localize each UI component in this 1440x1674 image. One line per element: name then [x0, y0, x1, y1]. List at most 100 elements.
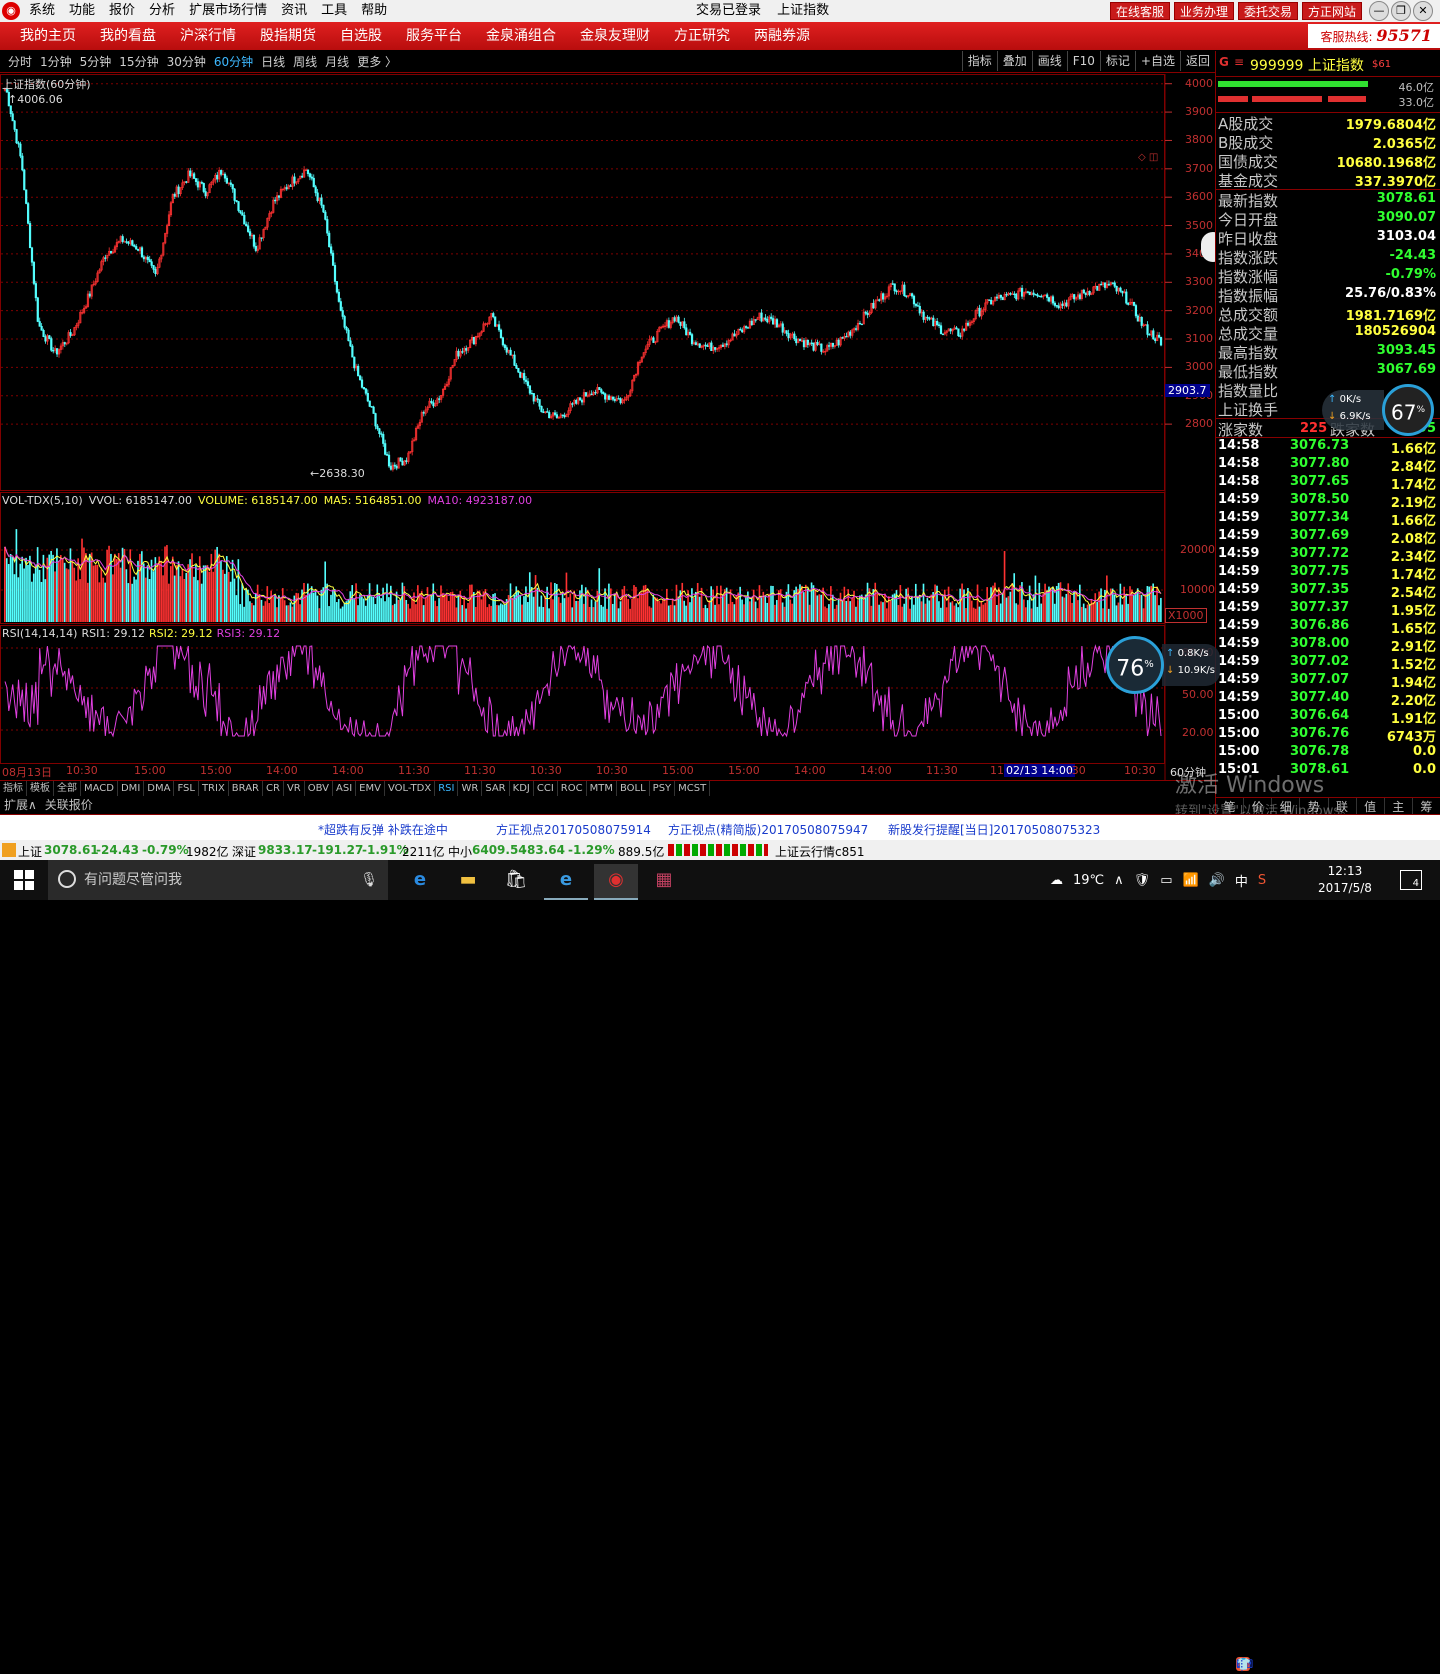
chart-tool-button[interactable]: F10: [1066, 51, 1100, 71]
minimize-icon[interactable]: —: [1369, 1, 1389, 21]
period-tab[interactable]: 分时: [4, 51, 36, 73]
grid-icon[interactable]: ⁝⁝: [1236, 1657, 1244, 1671]
indicator-tab[interactable]: KDJ: [510, 781, 534, 796]
tick-row[interactable]: 15:00 3076.64 1.91亿: [1216, 708, 1440, 727]
board-icon[interactable]: [2, 843, 16, 857]
notification-icon[interactable]: 4: [1400, 870, 1422, 890]
indicator-tab[interactable]: VOL-TDX: [385, 781, 436, 796]
news-item[interactable]: 方正视点(精简版)20170508075947: [668, 821, 868, 838]
service-button[interactable]: 委托交易: [1238, 2, 1299, 20]
period-tab[interactable]: 60分钟: [210, 51, 257, 73]
battery-icon[interactable]: ▭: [1160, 873, 1172, 888]
indicator-tab[interactable]: MCST: [675, 781, 711, 796]
indicator-tab[interactable]: PSY: [650, 781, 676, 796]
chart-tool-button[interactable]: +自选: [1134, 51, 1180, 71]
file-explorer-icon[interactable]: ▬: [446, 864, 490, 900]
quote-footer-tab[interactable]: 主: [1385, 798, 1413, 815]
tick-row[interactable]: 15:00 3076.78 0.0: [1216, 744, 1440, 762]
windows-start-icon[interactable]: [14, 870, 34, 890]
period-tab[interactable]: 1分钟: [36, 51, 76, 73]
security-tray-icon[interactable]: 🛡: [1134, 873, 1151, 888]
nav-item[interactable]: 金泉友理财: [568, 22, 662, 50]
indicator-tab[interactable]: TRIX: [199, 781, 229, 796]
tick-row[interactable]: 14:59 3077.07 1.94亿: [1216, 672, 1440, 691]
wifi-icon[interactable]: 📶: [1182, 873, 1198, 888]
period-tab[interactable]: 30分钟: [163, 51, 210, 73]
nav-item[interactable]: 自选股: [328, 22, 394, 50]
nav-item[interactable]: 服务平台: [394, 22, 474, 50]
indicator-tab[interactable]: ASI: [333, 781, 357, 796]
menu-icon[interactable]: ≡: [1234, 55, 1244, 69]
indicator-tab[interactable]: FSL: [174, 781, 199, 796]
service-button[interactable]: 在线客服: [1110, 2, 1171, 20]
sogou-tray-icon[interactable]: S: [1258, 873, 1266, 888]
clock[interactable]: 12:13 2017/5/8: [1318, 863, 1372, 897]
weather-temp[interactable]: 19℃: [1073, 873, 1104, 888]
tick-row[interactable]: 15:00 3076.76 6743万: [1216, 726, 1440, 745]
indicator-tab[interactable]: BOLL: [617, 781, 650, 796]
menu-item[interactable]: 报价: [102, 0, 142, 22]
nav-item[interactable]: 金泉涌组合: [474, 22, 568, 50]
tick-row[interactable]: 14:59 3077.37 1.95亿: [1216, 600, 1440, 619]
tick-row[interactable]: 14:59 3077.69 2.08亿: [1216, 528, 1440, 547]
indicator-tab[interactable]: ROC: [558, 781, 587, 796]
tick-row[interactable]: 14:58 3077.65 1.74亿: [1216, 474, 1440, 493]
chart-tool-button[interactable]: 叠加: [996, 51, 1032, 71]
extension-tab[interactable]: 关联报价: [41, 797, 97, 814]
chart-area[interactable]: 上证指数(60分钟) ↑4006.06 ←2638.30 VOL-TDX(5,1…: [0, 74, 1225, 796]
period-tab[interactable]: 5分钟: [76, 51, 116, 73]
menu-item[interactable]: 扩展市场行情: [182, 0, 274, 22]
menu-item[interactable]: 资讯: [274, 0, 314, 22]
tick-row[interactable]: 14:59 3076.86 1.65亿: [1216, 618, 1440, 637]
indicator-tab[interactable]: OBV: [305, 781, 333, 796]
service-button[interactable]: 业务办理: [1174, 2, 1235, 20]
indicator-tab[interactable]: 全部: [54, 781, 81, 796]
ie-icon[interactable]: e: [544, 864, 588, 900]
tick-row[interactable]: 14:59 3077.34 1.66亿: [1216, 510, 1440, 529]
menu-item[interactable]: 功能: [62, 0, 102, 22]
tray-expand-icon[interactable]: ∧: [1114, 873, 1124, 888]
indicator-tab[interactable]: CR: [263, 781, 284, 796]
weather-icon[interactable]: ☁: [1050, 873, 1063, 888]
tick-row[interactable]: 14:59 3077.02 1.52亿: [1216, 654, 1440, 673]
service-button[interactable]: 方正网站: [1302, 2, 1363, 20]
period-tab[interactable]: 15分钟: [115, 51, 162, 73]
store-icon[interactable]: 🛍: [494, 864, 538, 900]
period-tab[interactable]: 更多 〉: [353, 51, 401, 73]
chart-canvas[interactable]: [0, 74, 1215, 796]
nav-item[interactable]: 我的主页: [8, 22, 88, 50]
news-item[interactable]: 新股发行提醒[当日]20170508075323: [888, 821, 1100, 838]
nav-item[interactable]: 我的看盘: [88, 22, 168, 50]
indicator-tab[interactable]: RSI: [435, 781, 459, 796]
net-speed-gauge-1[interactable]: 67%: [1382, 384, 1434, 436]
chart-tool-button[interactable]: 标记: [1099, 51, 1135, 71]
indicator-tab[interactable]: 模板: [27, 781, 54, 796]
quote-footer-tab[interactable]: 值: [1357, 798, 1385, 815]
period-tab[interactable]: 日线: [257, 51, 289, 73]
period-tab[interactable]: 月线: [321, 51, 353, 73]
tick-row[interactable]: 14:59 3077.35 2.54亿: [1216, 582, 1440, 601]
nav-item[interactable]: 两融券源: [742, 22, 822, 50]
indicator-tab[interactable]: MACD: [81, 781, 118, 796]
tick-row[interactable]: 14:58 3077.80 2.84亿: [1216, 456, 1440, 475]
mic-icon[interactable]: 🎙: [360, 860, 378, 900]
edge-icon[interactable]: e: [398, 864, 442, 900]
menu-item[interactable]: 帮助: [354, 0, 394, 22]
indicator-tab[interactable]: SAR: [482, 781, 510, 796]
tick-row[interactable]: 14:59 3077.75 1.74亿: [1216, 564, 1440, 583]
net-speed-gauge-2[interactable]: 76%: [1106, 636, 1164, 694]
cloud-quote-label[interactable]: 上证云行情c851: [775, 843, 865, 860]
chart-tool-button[interactable]: 返回: [1179, 51, 1215, 71]
news-item[interactable]: *超跌有反弹 补跌在途中: [318, 821, 448, 838]
indicator-tab[interactable]: CCI: [534, 781, 558, 796]
tick-row[interactable]: 14:58 3076.73 1.66亿: [1216, 438, 1440, 457]
ime-tray-icon[interactable]: 中: [1235, 871, 1248, 890]
quote-footer-tab[interactable]: 筹: [1413, 798, 1440, 815]
volume-icon[interactable]: 🔊: [1209, 873, 1225, 888]
chart-tool-button[interactable]: 画线: [1031, 51, 1067, 71]
menu-item[interactable]: 分析: [142, 0, 182, 22]
indicator-tab[interactable]: WR: [458, 781, 483, 796]
app-icon[interactable]: ▦: [642, 864, 686, 900]
chart-corner-icons[interactable]: ◇ ◫: [1138, 152, 1158, 163]
tick-row[interactable]: 14:59 3077.72 2.34亿: [1216, 546, 1440, 565]
